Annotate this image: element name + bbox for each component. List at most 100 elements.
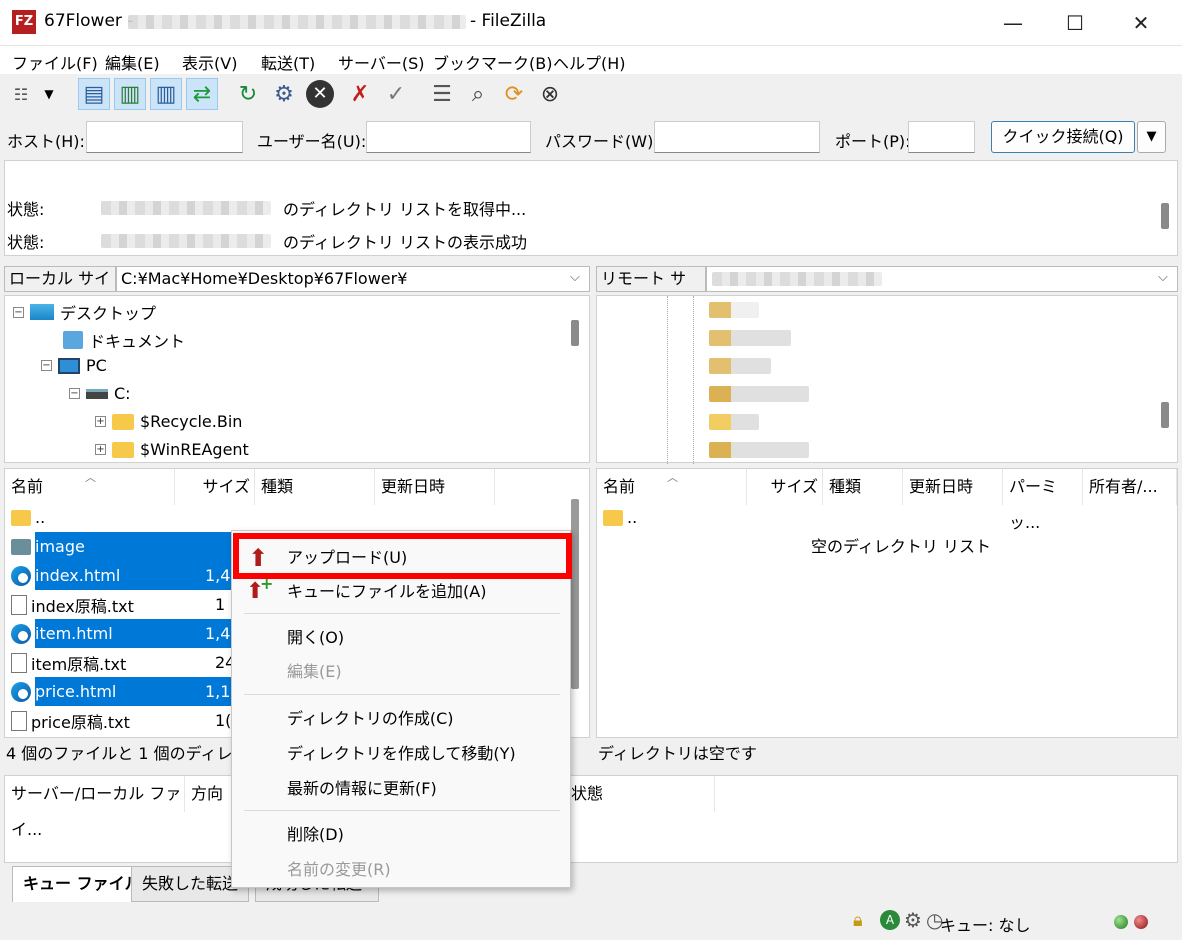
site-manager-icon[interactable]: ☷ <box>6 78 36 110</box>
send-led-icon <box>1114 915 1128 929</box>
file-size: 1( <box>215 711 232 730</box>
remote-tree-scrollbar[interactable] <box>1161 402 1169 428</box>
remote-tree <box>596 295 1178 464</box>
process-queue-icon[interactable]: ⚙ <box>268 78 300 110</box>
tree-line <box>693 296 694 464</box>
quickconnect-button[interactable]: クイック接続(Q) <box>991 121 1135 153</box>
collapse-icon[interactable]: − <box>13 306 24 318</box>
filezilla-app-icon: FZ <box>12 10 36 34</box>
edge-html-icon <box>11 565 31 586</box>
chevron-down-icon[interactable]: ⌵ <box>570 270 580 285</box>
menu-edit[interactable]: 編集(E) <box>105 50 160 74</box>
speed-limit-icon[interactable]: A <box>880 910 900 930</box>
menu-view[interactable]: 表示(V) <box>182 50 237 74</box>
collapse-icon[interactable]: − <box>69 388 80 399</box>
tree-item-desktop[interactable]: − デスクトップ <box>13 300 156 324</box>
edge-html-icon <box>11 623 31 644</box>
reconnect-icon[interactable]: ✓ <box>380 78 412 110</box>
menu-item-add-to-queue[interactable]: ⬆ + キューにファイルを追加(A) <box>232 574 570 609</box>
file-name: item原稿.txt <box>31 654 127 674</box>
redacted-path <box>101 234 271 248</box>
tree-item-winreagent[interactable]: + $WinREAgent <box>95 440 249 459</box>
expand-icon[interactable]: + <box>95 444 106 455</box>
sort-asc-icon: ︿ <box>667 471 678 484</box>
collapse-icon[interactable]: − <box>41 360 52 371</box>
gear-icon[interactable]: ⚙ <box>904 908 922 932</box>
col-permissions[interactable]: パーミッ... <box>1003 469 1083 532</box>
status-bar: 🔒︎ A ⚙ ◷ キュー: なし <box>0 904 1182 940</box>
col-type[interactable]: 種類 <box>255 469 375 505</box>
tree-item-pc[interactable]: − PC <box>41 356 107 375</box>
password-input[interactable] <box>654 121 820 153</box>
menu-server[interactable]: サーバー(S) <box>338 50 424 74</box>
menu-transfer[interactable]: 転送(T) <box>261 50 315 74</box>
col-modified[interactable]: 更新日時 <box>375 469 495 505</box>
drive-icon <box>86 388 108 399</box>
menu-item-open[interactable]: 開く(O) <box>232 621 570 655</box>
folder-icon <box>112 413 134 430</box>
site-manager-dropdown-icon[interactable]: ▼ <box>38 78 60 110</box>
password-label: パスワード(W): <box>545 132 659 151</box>
tree-label: C: <box>114 384 131 403</box>
menu-item-create-directory[interactable]: ディレクトリの作成(C) <box>232 702 570 736</box>
file-name: item.html <box>35 619 205 648</box>
quickconnect-dropdown-icon[interactable]: ▼ <box>1137 121 1166 153</box>
tree-item-c-drive[interactable]: − C: <box>69 384 131 403</box>
col-server-local-file[interactable]: サーバー/ローカル ファイ... <box>5 776 185 839</box>
menu-separator <box>244 810 560 811</box>
log-message: のディレクトリ リストを取得中... <box>283 200 527 219</box>
local-list-scrollbar[interactable] <box>571 499 579 689</box>
col-size[interactable]: サイズ <box>175 469 255 505</box>
chevron-down-icon[interactable]: ⌵ <box>1158 270 1168 285</box>
local-path-input[interactable]: C:¥Mac¥Home¥Desktop¥67Flower¥ <box>116 266 590 292</box>
tree-label: PC <box>86 356 107 375</box>
log-scrollbar[interactable] <box>1161 203 1169 229</box>
tree-item-documents[interactable]: ドキュメント <box>63 328 185 352</box>
col-size[interactable]: サイズ <box>747 469 823 505</box>
close-button[interactable]: ✕ <box>1110 0 1172 46</box>
list-item[interactable]: .. <box>597 503 637 532</box>
port-input[interactable] <box>908 121 975 153</box>
menu-item-refresh[interactable]: 最新の情報に更新(F) <box>232 772 570 806</box>
filter-icon[interactable]: ☰ <box>426 78 458 110</box>
local-tree-scrollbar[interactable] <box>571 320 579 346</box>
menu-file[interactable]: ファイル(F) <box>12 50 98 74</box>
menu-separator <box>244 613 560 614</box>
tree-label: $WinREAgent <box>140 440 249 459</box>
file-name: price原稿.txt <box>31 712 130 732</box>
tree-item-recycle-bin[interactable]: + $Recycle.Bin <box>95 412 242 431</box>
col-modified[interactable]: 更新日時 <box>903 469 1003 505</box>
maximize-button[interactable]: ☐ <box>1044 0 1106 46</box>
menu-item-delete[interactable]: 削除(D) <box>232 818 570 852</box>
col-type[interactable]: 種類 <box>823 469 903 505</box>
toggle-remote-tree-icon[interactable]: ▥ <box>150 78 182 110</box>
col-owner[interactable]: 所有者/... <box>1083 469 1177 505</box>
search-icon[interactable]: ⌕ <box>462 78 494 110</box>
sync-browse-icon[interactable]: ⟳ <box>498 78 530 110</box>
menu-help[interactable]: ヘルプ(H) <box>553 50 626 74</box>
message-log: 状態: のディレクトリ リストを取得中... 状態: のディレクトリ リストの表… <box>4 160 1178 256</box>
host-input[interactable] <box>86 121 243 153</box>
local-tree: − デスクトップ ドキュメント − PC − C: + $Recycle.Bin + $W… <box>4 295 590 463</box>
refresh-icon[interactable]: ↻ <box>232 78 264 110</box>
sort-asc-icon: ︿ <box>85 471 96 484</box>
cancel-icon[interactable]: ✕ <box>304 78 336 110</box>
menu-item-create-directory-and-enter[interactable]: ディレクトリを作成して移動(Y) <box>232 737 570 771</box>
list-item[interactable]: .. <box>5 503 575 532</box>
tree-label: $Recycle.Bin <box>140 412 243 431</box>
text-file-icon <box>11 652 27 673</box>
minimize-button[interactable]: — <box>982 0 1044 46</box>
menu-bookmarks[interactable]: ブックマーク(B) <box>433 50 552 74</box>
col-status[interactable]: 状態 <box>565 776 715 812</box>
toggle-log-icon[interactable]: ▤ <box>78 78 110 110</box>
binoculars-icon[interactable]: ⊗ <box>534 78 566 110</box>
redacted-remote-item <box>709 386 809 402</box>
expand-icon[interactable]: + <box>95 416 106 427</box>
disconnect-icon[interactable]: ✗ <box>344 78 376 110</box>
toggle-queue-icon[interactable]: ⇄ <box>186 78 218 110</box>
toggle-local-tree-icon[interactable]: ▥ <box>114 78 146 110</box>
desktop-icon <box>30 304 54 320</box>
remote-file-list: 名前 ︿ サイズ 種類 更新日時 パーミッ... 所有者/... .. 空のディ… <box>596 468 1178 738</box>
window-title-prefix: 67Flower - <box>44 11 134 31</box>
user-input[interactable] <box>366 121 531 153</box>
